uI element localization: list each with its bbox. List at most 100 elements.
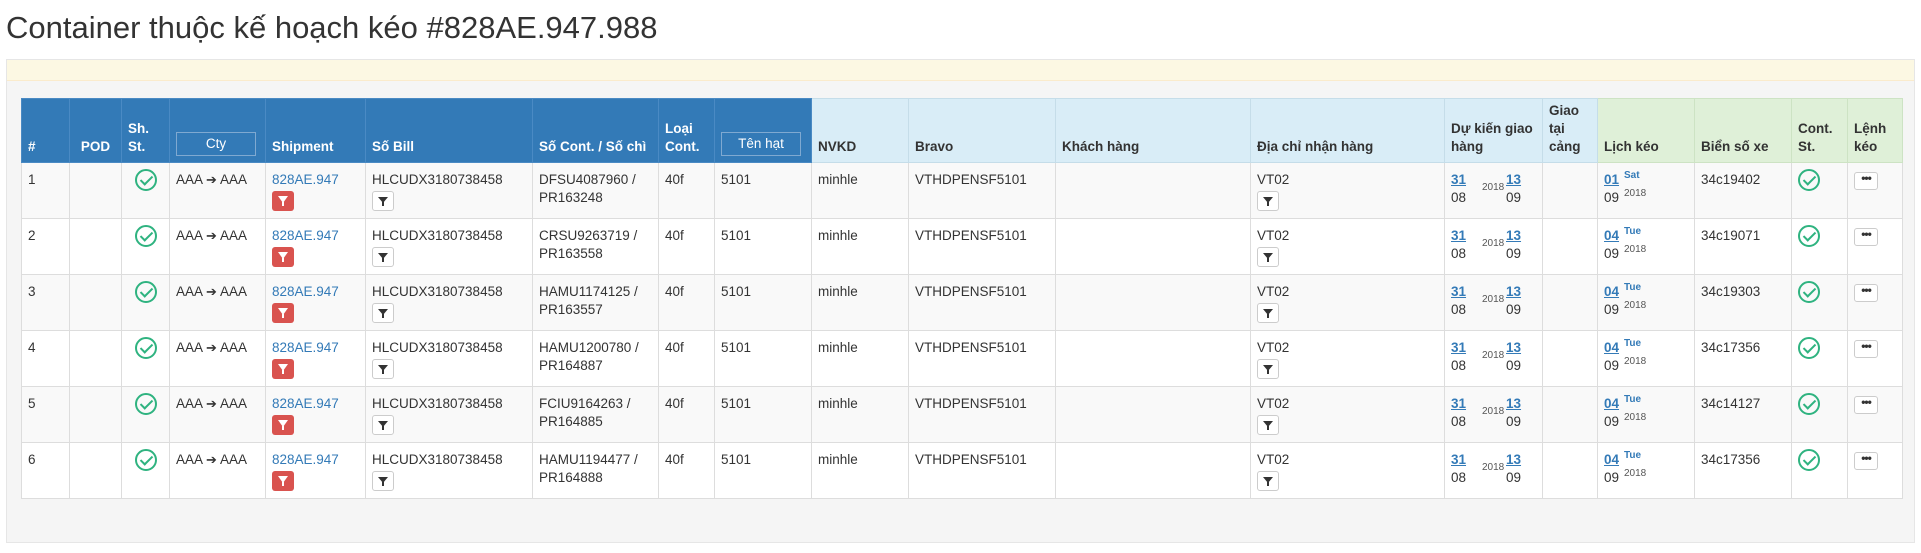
du-kien-end-day[interactable]: 13: [1506, 227, 1521, 245]
ten-hat-filter-box[interactable]: Tên hạt: [721, 132, 801, 156]
filter-icon[interactable]: [1257, 191, 1279, 211]
cell-lich-keo: 04 Tue 09 2018: [1597, 274, 1695, 331]
cell-bravo: VTHDPENSF5101: [908, 386, 1056, 443]
lich-keo-day[interactable]: 04: [1604, 395, 1619, 413]
ellipsis-icon[interactable]: •••: [1854, 228, 1878, 246]
cty-filter-box[interactable]: Cty: [176, 132, 256, 156]
du-kien-year: 2018: [1482, 238, 1505, 249]
filter-icon[interactable]: [1257, 359, 1279, 379]
cont-number: HAMU1174125 /: [539, 284, 638, 299]
du-kien-start-day[interactable]: 31: [1451, 283, 1466, 301]
bill-number: HLCUDX3180738458: [372, 340, 503, 355]
cell-shipment: 828AE.947: [265, 218, 366, 275]
du-kien-end-month: 09: [1506, 246, 1522, 261]
shipment-link[interactable]: 828AE.947: [272, 284, 339, 299]
table-row: 4 AAA ➔ AAA 828AE.947 HLCUDX3180738458 H…: [21, 330, 1903, 387]
filter-icon[interactable]: [1257, 303, 1279, 323]
lich-keo-day[interactable]: 01: [1604, 171, 1619, 189]
du-kien-start-day[interactable]: 31: [1451, 339, 1466, 357]
col-header-pod[interactable]: POD: [69, 98, 122, 163]
lich-keo-day[interactable]: 04: [1604, 283, 1619, 301]
du-kien-year: 2018: [1482, 350, 1505, 361]
filter-icon[interactable]: [372, 247, 394, 267]
du-kien-year: 2018: [1482, 294, 1505, 305]
filter-icon[interactable]: [272, 191, 294, 211]
cell-lenh-keo: •••: [1847, 442, 1903, 499]
col-header-khach-hang[interactable]: Khách hàng: [1055, 98, 1251, 163]
shipment-link[interactable]: 828AE.947: [272, 228, 339, 243]
filter-icon[interactable]: [1257, 247, 1279, 267]
bien-so-value: 34c17356: [1701, 452, 1761, 467]
shipment-link[interactable]: 828AE.947: [272, 396, 339, 411]
cty-from: AAA: [176, 172, 203, 187]
shipment-link[interactable]: 828AE.947: [272, 172, 339, 187]
du-kien-start-day[interactable]: 31: [1451, 171, 1466, 189]
du-kien-end-day[interactable]: 13: [1506, 339, 1521, 357]
ellipsis-icon[interactable]: •••: [1854, 340, 1878, 358]
col-header-lich-keo[interactable]: Lịch kéo: [1597, 98, 1695, 163]
du-kien-end-day[interactable]: 13: [1506, 283, 1521, 301]
col-header-so-cont[interactable]: Số Cont. / Số chì: [532, 98, 659, 163]
col-header-nvkd[interactable]: NVKD: [811, 98, 909, 163]
col-header-shipment[interactable]: Shipment: [265, 98, 366, 163]
filter-icon[interactable]: [372, 471, 394, 491]
filter-icon[interactable]: [1257, 415, 1279, 435]
row-number: 1: [28, 172, 36, 187]
ten-hat-value: 5101: [721, 228, 752, 243]
filter-icon[interactable]: [272, 247, 294, 267]
col-header-sh-st[interactable]: Sh. St.: [121, 98, 170, 163]
cell-khach-hang: [1055, 442, 1251, 499]
filter-icon[interactable]: [372, 359, 394, 379]
filter-icon[interactable]: [372, 415, 394, 435]
filter-icon[interactable]: [272, 303, 294, 323]
table-row: 3 AAA ➔ AAA 828AE.947 HLCUDX3180738458 H…: [21, 274, 1903, 331]
cell-cty: AAA ➔ AAA: [169, 162, 266, 219]
ellipsis-icon[interactable]: •••: [1854, 284, 1878, 302]
du-kien-start-month: 08: [1451, 302, 1467, 317]
ellipsis-icon[interactable]: •••: [1854, 172, 1878, 190]
lich-keo-date: 01 Sat 09 2018: [1604, 170, 1688, 211]
du-kien-end-day[interactable]: 13: [1506, 171, 1521, 189]
col-header-lenh-keo[interactable]: Lệnh kéo: [1847, 98, 1903, 163]
cell-lenh-keo: •••: [1847, 218, 1903, 275]
lich-keo-weekday: Tue: [1624, 338, 1642, 349]
ten-hat-value: 5101: [721, 452, 752, 467]
filter-icon[interactable]: [1257, 471, 1279, 491]
cell-num: 3: [21, 274, 70, 331]
bill-number: HLCUDX3180738458: [372, 396, 503, 411]
du-kien-start-day[interactable]: 31: [1451, 227, 1466, 245]
cell-pod: [69, 386, 122, 443]
du-kien-end-day[interactable]: 13: [1506, 451, 1521, 469]
col-header-dia-chi[interactable]: Địa chỉ nhận hàng: [1250, 98, 1445, 163]
col-header-so-bill[interactable]: Số Bill: [365, 98, 533, 163]
shipment-link[interactable]: 828AE.947: [272, 452, 339, 467]
filter-icon[interactable]: [272, 415, 294, 435]
col-header-loai-cont[interactable]: Loại Cont.: [658, 98, 715, 163]
shipment-link[interactable]: 828AE.947: [272, 340, 339, 355]
cell-cont-st: [1791, 386, 1848, 443]
du-kien-end-day[interactable]: 13: [1506, 395, 1521, 413]
du-kien-start-month: 08: [1451, 358, 1467, 373]
filter-icon[interactable]: [272, 359, 294, 379]
ellipsis-icon[interactable]: •••: [1854, 396, 1878, 414]
cell-cont-st: [1791, 442, 1848, 499]
lich-keo-date: 04 Tue 09 2018: [1604, 394, 1688, 435]
cell-sh-st: [121, 162, 170, 219]
lich-keo-day[interactable]: 04: [1604, 227, 1619, 245]
col-header-bien-so[interactable]: Biển số xe: [1694, 98, 1792, 163]
lich-keo-day[interactable]: 04: [1604, 451, 1619, 469]
col-header-giao-tai-cang[interactable]: Giao tại cảng: [1542, 98, 1598, 163]
du-kien-start-day[interactable]: 31: [1451, 395, 1466, 413]
lich-keo-day[interactable]: 04: [1604, 339, 1619, 357]
cell-du-kien: 31 08 2018 13 09: [1444, 274, 1543, 331]
filter-icon[interactable]: [372, 191, 394, 211]
col-header-du-kien[interactable]: Dự kiến giao hàng: [1444, 98, 1543, 163]
col-header-cont-st[interactable]: Cont. St.: [1791, 98, 1848, 163]
du-kien-start-day[interactable]: 31: [1451, 451, 1466, 469]
cell-bien-so: 34c19402: [1694, 162, 1792, 219]
ellipsis-icon[interactable]: •••: [1854, 452, 1878, 470]
col-header-bravo[interactable]: Bravo: [908, 98, 1056, 163]
filter-icon[interactable]: [372, 303, 394, 323]
filter-icon[interactable]: [272, 471, 294, 491]
cell-num: 4: [21, 330, 70, 387]
